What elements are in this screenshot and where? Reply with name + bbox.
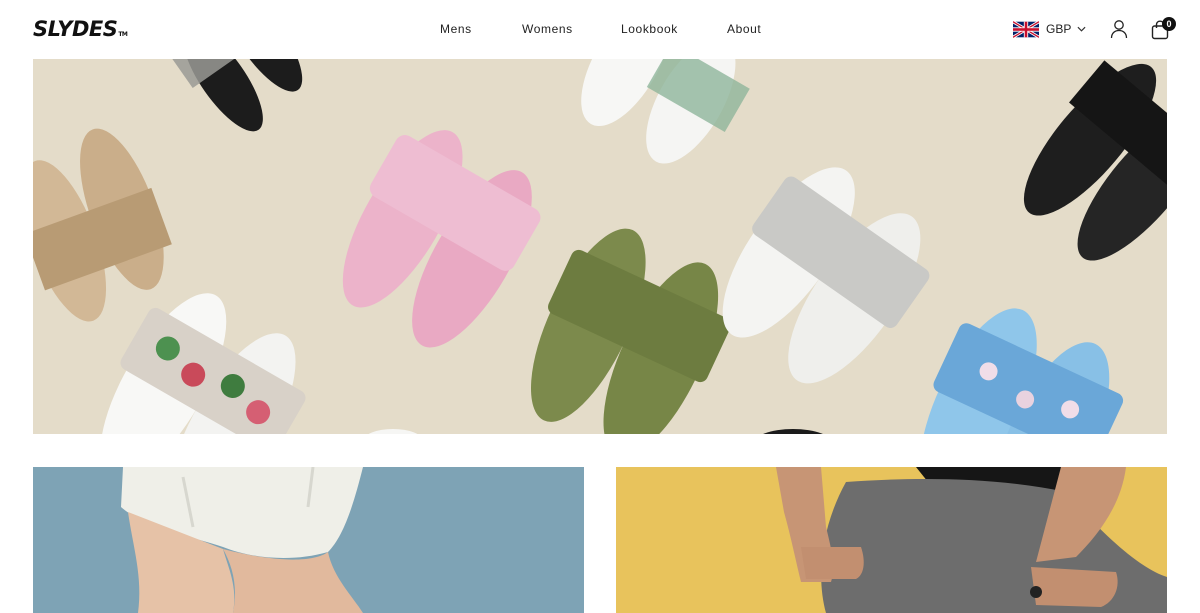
tile-image-legs — [33, 467, 584, 613]
nav-mens[interactable]: Mens — [440, 22, 472, 36]
category-tile-womens[interactable] — [33, 467, 584, 613]
logo-trademark: TM — [118, 31, 128, 38]
uk-flag-icon — [1013, 20, 1039, 38]
nav-lookbook[interactable]: Lookbook — [621, 22, 678, 36]
site-header: SLYDESTM Mens Womens Lookbook About GBP … — [0, 0, 1200, 59]
brand-logo[interactable]: SLYDESTM — [33, 17, 128, 41]
currency-label: GBP — [1046, 22, 1072, 36]
nav-womens[interactable]: Womens — [522, 22, 573, 36]
cart-count-badge: 0 — [1162, 17, 1176, 31]
cart-button[interactable]: 0 — [1151, 17, 1177, 40]
hero-sliders-image — [33, 59, 1167, 434]
logo-text: SLYDES — [33, 17, 118, 41]
nav-about[interactable]: About — [727, 22, 761, 36]
hero-banner[interactable] — [33, 59, 1167, 434]
chevron-down-icon — [1077, 26, 1086, 32]
category-tile-mens[interactable] — [616, 467, 1167, 613]
user-icon[interactable] — [1110, 19, 1128, 39]
currency-selector[interactable]: GBP — [1013, 19, 1086, 39]
tile-image-hands — [616, 467, 1167, 613]
